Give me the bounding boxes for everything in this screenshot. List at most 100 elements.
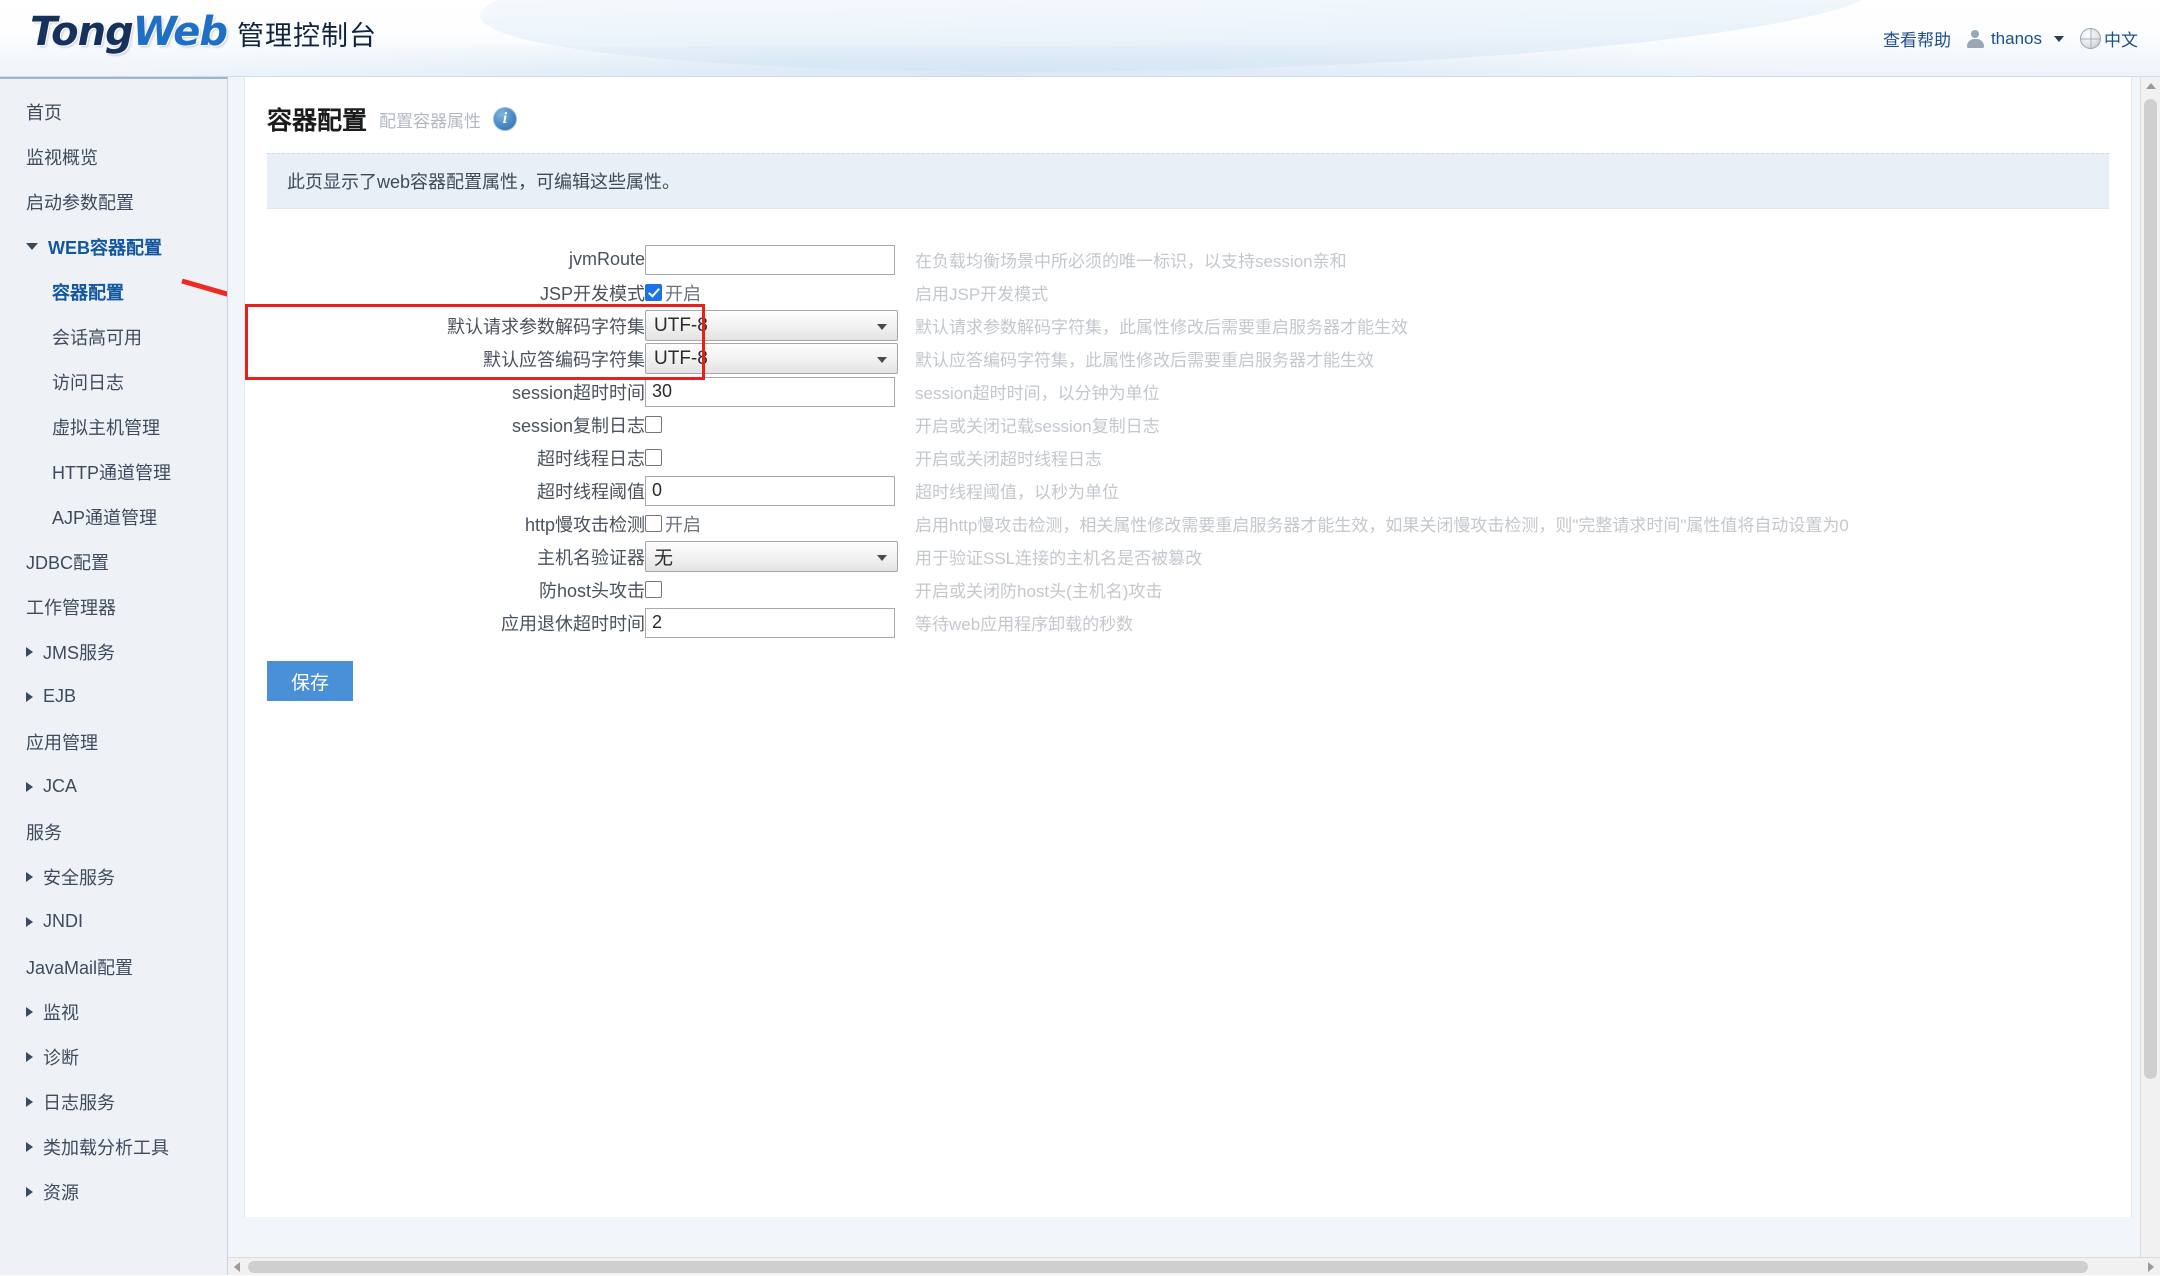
sidebar-item-label: 类加载分析工具 — [43, 1134, 169, 1160]
sidebar-item-15[interactable]: JCA — [0, 764, 227, 809]
sidebar-item-label: 虚拟主机管理 — [52, 414, 160, 440]
save-button[interactable]: 保存 — [267, 661, 353, 701]
sidebar-item-6[interactable]: 访问日志 — [0, 359, 227, 404]
config-row-description: 在负载均衡场景中所必须的唯一标识，以支持session亲和 — [915, 243, 2131, 276]
chevron-right-icon[interactable] — [26, 1097, 33, 1107]
scroll-up-icon[interactable] — [2141, 77, 2160, 95]
sidebar-item-16[interactable]: 服务 — [0, 809, 227, 854]
sidebar-item-3[interactable]: WEB容器配置 — [0, 224, 227, 269]
scroll-left-icon[interactable] — [228, 1258, 246, 1276]
language-label: 中文 — [2104, 26, 2138, 51]
language-switcher[interactable]: 中文 — [2080, 26, 2138, 51]
vertical-scrollbar[interactable] — [2140, 77, 2160, 1275]
app-header: TongWeb 管理控制台 查看帮助 thanos 中文 — [0, 0, 2160, 77]
sidebar-item-1[interactable]: 监视概览 — [0, 134, 227, 179]
config-row-description: 默认请求参数解码字符集，此属性修改后需要重启服务器才能生效 — [915, 309, 2131, 342]
sidebar-item-label: 启动参数配置 — [26, 189, 134, 215]
config-row-label: 防host头攻击 — [245, 573, 645, 606]
sidebar-item-11[interactable]: 工作管理器 — [0, 584, 227, 629]
chevron-down-icon — [877, 357, 887, 363]
select-2[interactable]: UTF-8 — [645, 310, 898, 341]
sidebar-item-0[interactable]: 首页 — [0, 89, 227, 134]
select-value: UTF-8 — [654, 315, 708, 337]
chevron-right-icon[interactable] — [26, 1142, 33, 1152]
config-row-description: 开启或关闭记载session复制日志 — [915, 408, 2131, 441]
config-row-description: 默认应答编码字符集，此属性修改后需要重启服务器才能生效 — [915, 342, 2131, 375]
checkbox-5[interactable] — [645, 416, 662, 433]
horizontal-scrollbar[interactable] — [228, 1257, 2160, 1275]
chevron-right-icon[interactable] — [26, 872, 33, 882]
text-input-0[interactable] — [645, 245, 895, 275]
config-row-label: 默认请求参数解码字符集 — [245, 309, 645, 342]
config-row-field: UTF-8 — [645, 342, 915, 375]
sidebar-item-label: JCA — [43, 776, 77, 797]
config-row-label: http慢攻击检测 — [245, 507, 645, 540]
chevron-down-icon — [877, 324, 887, 330]
sidebar-item-19[interactable]: JavaMail配置 — [0, 944, 227, 989]
chevron-right-icon[interactable] — [26, 782, 33, 792]
select-3[interactable]: UTF-8 — [645, 343, 898, 374]
sidebar-item-7[interactable]: 虚拟主机管理 — [0, 404, 227, 449]
globe-icon — [2080, 28, 2101, 49]
checkbox-10[interactable] — [645, 581, 662, 598]
sidebar-item-2[interactable]: 启动参数配置 — [0, 179, 227, 224]
sidebar-item-label: 应用管理 — [26, 729, 98, 755]
page-subtitle: 配置容器属性 — [379, 107, 481, 132]
sidebar-item-14[interactable]: 应用管理 — [0, 719, 227, 764]
user-menu[interactable]: thanos — [1967, 29, 2064, 49]
select-9[interactable]: 无 — [645, 541, 898, 572]
vertical-scrollbar-thumb[interactable] — [2144, 99, 2157, 1079]
config-row-description: 等待web应用程序卸载的秒数 — [915, 606, 2131, 639]
sidebar-item-12[interactable]: JMS服务 — [0, 629, 227, 674]
text-input-7[interactable] — [645, 476, 895, 506]
sidebar-item-18[interactable]: JNDI — [0, 899, 227, 944]
sidebar-item-20[interactable]: 监视 — [0, 989, 227, 1034]
sidebar-item-label: 资源 — [43, 1179, 79, 1205]
chevron-right-icon[interactable] — [26, 917, 33, 927]
config-row-field — [645, 408, 915, 441]
info-icon[interactable]: i — [493, 107, 517, 131]
chevron-right-icon[interactable] — [26, 647, 33, 657]
app-logo: TongWeb 管理控制台 — [30, 9, 377, 55]
chevron-right-icon[interactable] — [26, 1187, 33, 1197]
config-row-label: JSP开发模式 — [245, 276, 645, 309]
config-row-description: 开启或关闭防host头(主机名)攻击 — [915, 573, 2131, 606]
config-row: 默认应答编码字符集UTF-8默认应答编码字符集，此属性修改后需要重启服务器才能生… — [245, 342, 2131, 375]
sidebar-item-5[interactable]: 会话高可用 — [0, 314, 227, 359]
config-row: 主机名验证器无用于验证SSL连接的主机名是否被篡改 — [245, 540, 2131, 573]
logo-text: TongWeb — [30, 9, 227, 55]
logo-subtitle: 管理控制台 — [237, 14, 377, 53]
chevron-down-icon[interactable] — [26, 243, 38, 250]
sidebar-item-label: 会话高可用 — [52, 324, 142, 350]
sidebar-item-label: JNDI — [43, 911, 83, 932]
text-input-11[interactable] — [645, 608, 895, 638]
sidebar-item-8[interactable]: HTTP通道管理 — [0, 449, 227, 494]
help-link[interactable]: 查看帮助 — [1883, 26, 1951, 51]
chevron-right-icon[interactable] — [26, 692, 33, 702]
page-notice: 此页显示了web容器配置属性，可编辑这些属性。 — [267, 153, 2109, 209]
page-header: 容器配置 配置容器属性 i — [245, 77, 2131, 153]
sidebar-item-10[interactable]: JDBC配置 — [0, 539, 227, 584]
sidebar-item-label: 服务 — [26, 819, 62, 845]
chevron-right-icon[interactable] — [26, 1007, 33, 1017]
select-value: 无 — [654, 543, 673, 570]
scroll-right-icon[interactable] — [2142, 1258, 2160, 1276]
sidebar-item-22[interactable]: 日志服务 — [0, 1079, 227, 1124]
config-row: session复制日志开启或关闭记载session复制日志 — [245, 408, 2131, 441]
sidebar-item-9[interactable]: AJP通道管理 — [0, 494, 227, 539]
checkbox-1[interactable] — [645, 284, 662, 301]
text-input-4[interactable] — [645, 377, 895, 407]
horizontal-scrollbar-thumb[interactable] — [248, 1261, 2088, 1273]
sidebar-item-21[interactable]: 诊断 — [0, 1034, 227, 1079]
sidebar-item-4[interactable]: 容器配置 — [0, 269, 227, 314]
sidebar-item-23[interactable]: 类加载分析工具 — [0, 1124, 227, 1169]
sidebar-item-label: 监视 — [43, 999, 79, 1025]
sidebar-item-24[interactable]: 资源 — [0, 1169, 227, 1214]
config-row: jvmRoute在负载均衡场景中所必须的唯一标识，以支持session亲和 — [245, 243, 2131, 276]
sidebar-item-label: AJP通道管理 — [52, 504, 157, 530]
sidebar-item-13[interactable]: EJB — [0, 674, 227, 719]
sidebar-item-17[interactable]: 安全服务 — [0, 854, 227, 899]
checkbox-6[interactable] — [645, 449, 662, 466]
checkbox-8[interactable] — [645, 515, 662, 532]
chevron-right-icon[interactable] — [26, 1052, 33, 1062]
